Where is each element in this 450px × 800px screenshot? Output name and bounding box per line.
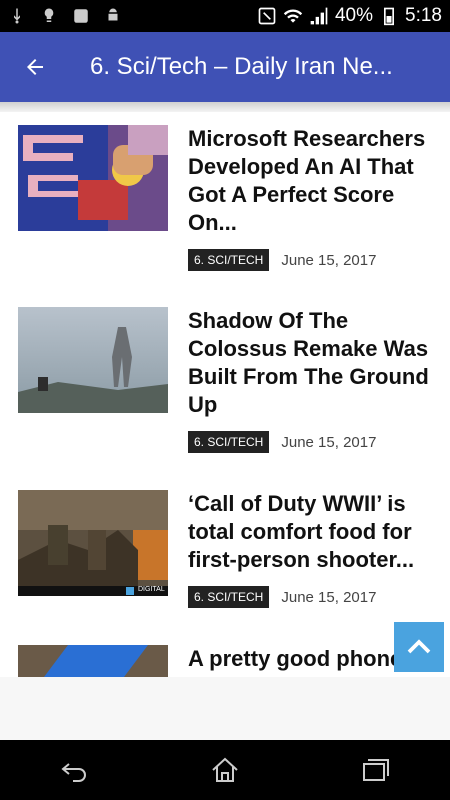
- system-status: 40% 5:18: [257, 5, 442, 27]
- article-headline[interactable]: ‘Call of Duty WWII’ is total comfort foo…: [188, 490, 438, 574]
- recents-icon: [363, 759, 389, 781]
- app-bar: 6. Sci/Tech – Daily Iran Ne...: [0, 32, 450, 102]
- article-item[interactable]: Microsoft Researchers Developed An AI Th…: [0, 125, 450, 295]
- article-headline[interactable]: Microsoft Researchers Developed An AI Th…: [188, 125, 438, 237]
- article-item[interactable]: A pretty good phone: [0, 645, 450, 677]
- home-icon: [212, 757, 238, 782]
- arrow-back-icon: [27, 59, 43, 75]
- article-item[interactable]: Shadow Of The Colossus Remake Was Built …: [0, 307, 450, 477]
- status-bar: 40% 5:18: [0, 0, 450, 32]
- clock: 5:18: [405, 5, 442, 26]
- pacman-arcade-image[interactable]: [18, 125, 168, 231]
- footer-blank: [0, 677, 450, 740]
- article-date: June 15, 2017: [281, 251, 377, 269]
- usb-icon: [14, 8, 20, 24]
- article-meta: 6. SCI/TECH June 15, 2017: [188, 431, 376, 453]
- category-tag[interactable]: 6. SCI/TECH: [188, 586, 270, 608]
- nfc-icon: [258, 7, 276, 25]
- article-date: June 15, 2017: [281, 433, 377, 451]
- scroll-to-top-button[interactable]: [394, 622, 444, 672]
- nav-back-button[interactable]: [45, 745, 105, 795]
- page-title: 6. Sci/Tech – Daily Iran Ne...: [90, 53, 393, 80]
- notification-icons: [8, 7, 122, 25]
- signal-icon: [310, 7, 328, 25]
- thumbnail-caption: DIGITAL: [138, 586, 165, 593]
- system-nav-bar: [0, 740, 450, 800]
- category-tag[interactable]: 6. SCI/TECH: [188, 249, 270, 271]
- chevron-up-icon: [407, 639, 431, 654]
- lightbulb-icon: [44, 8, 54, 22]
- category-tag[interactable]: 6. SCI/TECH: [188, 431, 270, 453]
- article-date: June 15, 2017: [281, 588, 377, 606]
- app-notification-icon: [74, 9, 88, 23]
- battery-icon: [384, 7, 395, 26]
- article-headline[interactable]: Shadow Of The Colossus Remake Was Built …: [188, 307, 438, 419]
- battery-percent: 40%: [334, 5, 374, 26]
- blue-device-image[interactable]: [18, 645, 168, 677]
- android-icon: [108, 8, 118, 21]
- back-button[interactable]: [0, 32, 70, 102]
- article-item[interactable]: DIGITAL ‘Call of Duty WWII’ is total com…: [0, 490, 450, 660]
- back-nav-icon: [61, 763, 86, 782]
- nav-home-button[interactable]: [195, 745, 255, 795]
- article-meta: 6. SCI/TECH June 15, 2017: [188, 249, 376, 271]
- app-bar-divider: [0, 102, 450, 112]
- article-list[interactable]: Microsoft Researchers Developed An AI Th…: [0, 112, 450, 677]
- wifi-icon: [283, 9, 303, 23]
- colossus-landscape-image[interactable]: [18, 307, 168, 413]
- article-meta: 6. SCI/TECH June 15, 2017: [188, 586, 376, 608]
- nav-recents-button[interactable]: [345, 745, 405, 795]
- soldiers-battlefield-image[interactable]: DIGITAL: [18, 490, 168, 596]
